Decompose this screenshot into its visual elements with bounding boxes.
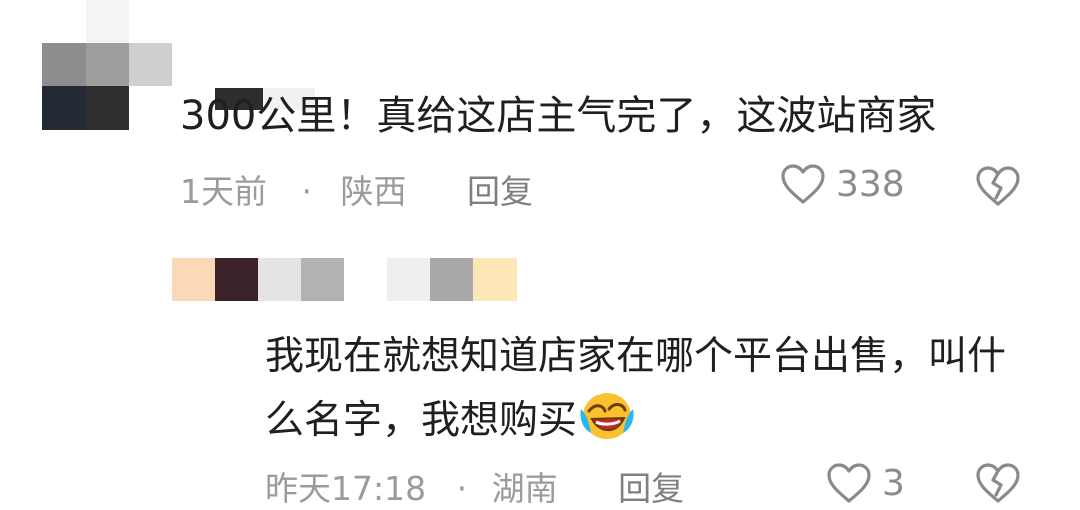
username-pixel [172,258,215,301]
reply-button[interactable]: 回复 [467,172,533,211]
username-pixel [473,258,517,301]
meta-separator: · [456,469,468,508]
comment-location: 陕西 [340,172,407,211]
avatar-pixel [86,43,129,86]
avatar-pixel [86,86,129,130]
comment-time: 1天前 [180,172,267,211]
laughing-crying-face-icon [580,390,634,439]
broken-heart-icon [976,166,1020,206]
username-pixel [430,258,473,301]
comment-text-body: 我现在就想知道店家在哪个平台出售，叫什么名字，我想购买 [265,334,1007,443]
comment-location: 湖南 [491,469,558,508]
dislike-button[interactable] [975,165,1021,211]
like-count: 338 [836,163,905,205]
reply-button[interactable]: 回复 [618,469,684,508]
username-pixel [387,258,430,301]
like-count: 3 [882,462,905,504]
meta-separator: · [301,172,313,211]
reply-username[interactable] [172,258,517,301]
comment-time: 昨天17:18 [265,469,427,508]
comment-meta: 1天前 · 陕西 回复 [180,165,533,213]
comment-meta: 昨天17:18 · 湖南 回复 [265,462,684,510]
heart-icon [827,463,871,503]
comment-text: 300公里！真给这店主气完了，这波站商家 [180,93,937,139]
username-pixel [215,258,258,301]
avatar-pixel [42,86,86,130]
avatar-pixel [86,0,129,43]
broken-heart-icon [976,463,1020,503]
username-pixel [301,258,344,301]
heart-icon [781,164,825,204]
avatar-pixel [42,43,86,86]
comment-text: 我现在就想知道店家在哪个平台出售，叫什么名字，我想购买 [265,325,1025,453]
dislike-button[interactable] [975,462,1021,508]
username-pixel [258,258,301,301]
avatar-pixel [129,43,172,86]
like-button[interactable]: 338 [780,163,905,205]
avatar[interactable] [42,0,172,130]
like-button[interactable]: 3 [826,462,905,504]
